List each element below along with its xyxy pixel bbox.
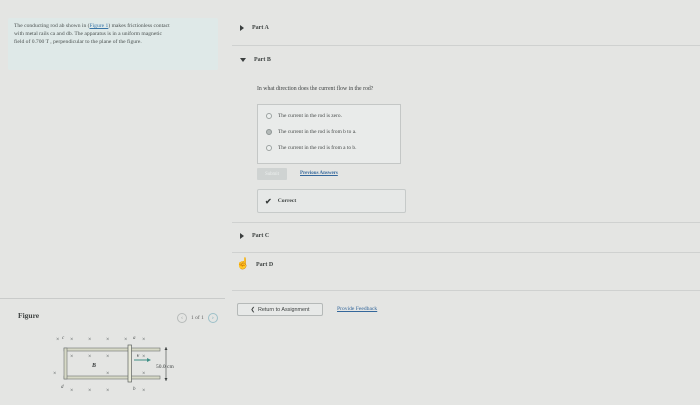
b-field-label: B: [91, 363, 96, 369]
expand-right-icon: [240, 233, 244, 239]
option-a-to-b[interactable]: The current in the rod is from a to b.: [266, 145, 356, 151]
figure-title: Figure: [18, 311, 40, 320]
field-cross: ×: [142, 388, 145, 394]
part-a-label: Part A: [252, 25, 269, 31]
submit-button[interactable]: Submit: [257, 168, 287, 180]
field-cross: ×: [70, 337, 73, 343]
pointer-hand-icon: ☝: [236, 258, 250, 270]
top-rail: [63, 347, 161, 352]
figure-pager: ‹ 1 of 1 ›: [177, 313, 218, 323]
field-cross: ×: [106, 337, 109, 343]
field-cross: ×: [106, 354, 109, 360]
part-d-header[interactable]: Part D: [256, 262, 273, 268]
answer-options: The current in the rod is zero. The curr…: [257, 104, 401, 164]
figure-link[interactable]: Figure 1: [90, 23, 109, 29]
divider: [232, 222, 700, 223]
option-label: The current in the rod is from b to a.: [278, 129, 357, 135]
option-label: The current in the rod is from a to b.: [278, 145, 357, 151]
problem-text-line1-end: ) makes frictionless contact: [108, 23, 170, 29]
option-b-to-a[interactable]: The current in the rod is from b to a.: [266, 129, 356, 135]
problem-statement: The conducting rod ab shown in (Figure 1…: [8, 18, 218, 70]
part-a-header[interactable]: Part A: [240, 25, 269, 31]
field-cross: ×: [124, 337, 127, 343]
field-cross: ×: [88, 337, 91, 343]
back-arrow-icon: ❮: [250, 306, 255, 313]
option-zero[interactable]: The current in the rod is zero.: [266, 113, 342, 119]
part-c-header[interactable]: Part C: [240, 233, 269, 239]
return-to-assignment-button[interactable]: ❮ Return to Assignment: [237, 303, 323, 316]
part-d-label: Part D: [256, 262, 274, 268]
problem-text-line3: field of 0.700 T , perpendicular to the …: [14, 39, 142, 46]
return-label: Return to Assignment: [257, 306, 310, 313]
dimension-label: 50.0 cm: [156, 364, 174, 370]
divider: [232, 45, 700, 46]
figure-divider: [0, 298, 225, 299]
label-c: c: [62, 336, 65, 341]
left-rail: [63, 347, 68, 380]
checkmark-icon: ✔: [265, 196, 272, 206]
velocity-arrowhead: [147, 358, 151, 362]
field-cross: ×: [53, 371, 56, 377]
rod-rails-diagram: × × × × × × × × × × × × × × × × × c a d …: [53, 336, 174, 394]
part-b-header[interactable]: Part B: [240, 57, 271, 63]
option-label: The current in the rod is zero.: [278, 113, 342, 119]
divider: [232, 252, 700, 253]
provide-feedback-link[interactable]: Provide Feedback: [337, 306, 377, 312]
question-text: In what direction does the current flow …: [257, 86, 374, 92]
label-a: a: [133, 336, 136, 341]
correct-feedback-box: ✔ Correct: [257, 189, 406, 213]
conducting-rod: [127, 344, 132, 383]
field-cross: ×: [56, 337, 59, 343]
radio-button[interactable]: [266, 113, 272, 119]
label-d: d: [61, 385, 64, 390]
velocity-label: v: [137, 354, 140, 359]
expand-right-icon: [240, 25, 244, 31]
part-c-label: Part C: [252, 233, 270, 239]
field-cross: ×: [88, 388, 91, 394]
previous-figure-button[interactable]: ‹: [177, 313, 187, 323]
field-cross: ×: [70, 388, 73, 394]
part-b-label: Part B: [254, 57, 271, 63]
field-cross: ×: [142, 337, 145, 343]
field-cross: ×: [88, 354, 91, 360]
collapse-down-icon: [240, 58, 246, 62]
previous-answers-link[interactable]: Previous Answers: [300, 171, 338, 176]
field-cross: ×: [70, 354, 73, 360]
field-cross: ×: [106, 388, 109, 394]
divider: [232, 290, 700, 291]
label-b: b: [133, 387, 136, 392]
radio-button-selected[interactable]: [266, 129, 272, 135]
bottom-rail: [63, 375, 161, 380]
radio-button[interactable]: [266, 145, 272, 151]
result-label: Correct: [277, 198, 297, 204]
next-figure-button[interactable]: ›: [207, 313, 218, 323]
problem-text-line1: The conducting rod ab shown in (: [14, 23, 90, 29]
figure-page-count: 1 of 1: [191, 315, 204, 321]
problem-text-line2: with metal rails ca and db. The apparatu…: [14, 31, 162, 38]
field-cross: ×: [142, 354, 145, 360]
